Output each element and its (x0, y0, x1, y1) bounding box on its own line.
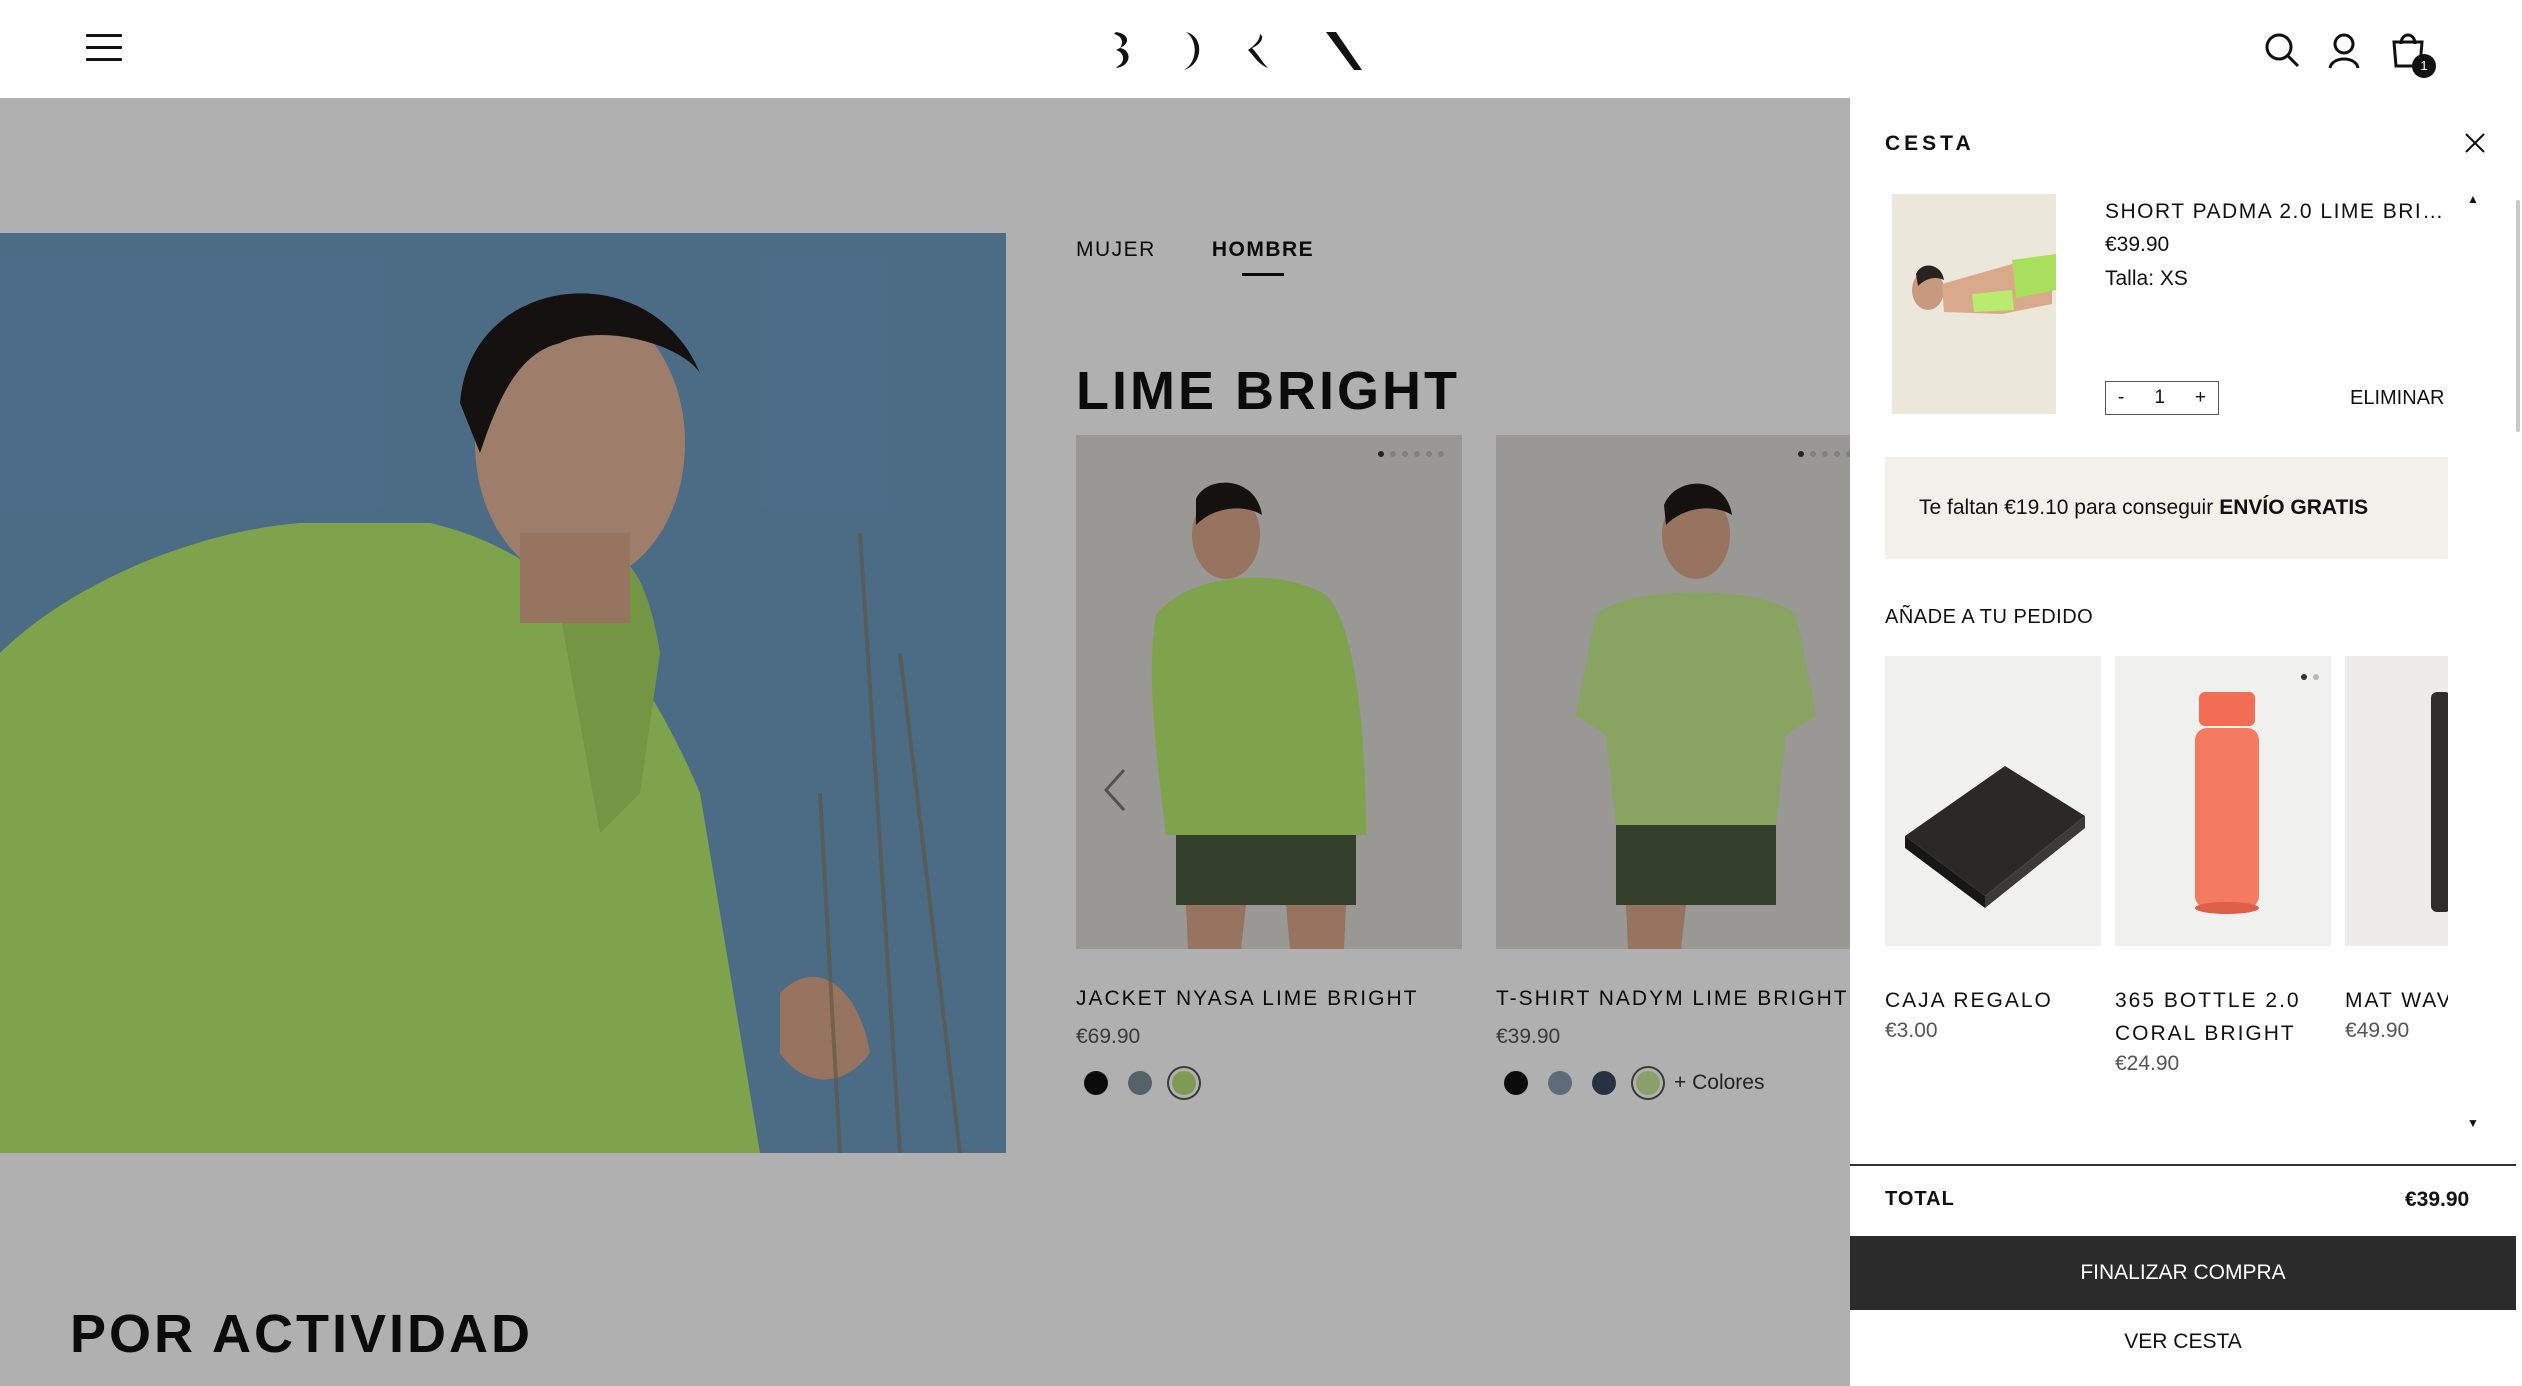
tab-mujer[interactable]: MUJER (1076, 238, 1156, 262)
upsell-title: AÑADE A TU PEDIDO (1885, 606, 2094, 628)
swatch-black[interactable] (1504, 1071, 1528, 1095)
product-card[interactable]: JACKET NYASA LIME BRIGHT €69.90 (1076, 435, 1462, 1095)
cart-button[interactable]: 1 (2388, 30, 2436, 78)
upsell-price: €49.90 (2345, 1019, 2410, 1042)
image-dots[interactable] (1378, 451, 1444, 457)
upsell-name[interactable]: 365 BOTTLE 2.0 CORAL BRIGHT (2115, 984, 2331, 1050)
product-price: €39.90 (1496, 1025, 1561, 1048)
hero-image[interactable] (0, 233, 1006, 1153)
search-icon[interactable] (2262, 30, 2302, 70)
scrollbar-thumb[interactable] (2516, 200, 2520, 432)
upsell-price: €3.00 (1885, 1019, 1938, 1042)
product-name[interactable]: JACKET NYASA LIME BRIGHT (1076, 987, 1462, 1011)
upsell-card[interactable]: 365 BOTTLE 2.0 CORAL BRIGHT €24.90 (2115, 656, 2331, 1076)
color-swatches: + Colores (1496, 1071, 1882, 1095)
upsell-image[interactable] (2345, 656, 2448, 946)
free-shipping-banner: Te faltan €19.10 para conseguir ENVÍO GR… (1885, 457, 2448, 559)
divider (1850, 1164, 2516, 1166)
born-logo[interactable] (1108, 28, 1364, 72)
total-value: €39.90 (2405, 1188, 2470, 1211)
upsell-name[interactable]: CAJA REGALO (1885, 984, 2101, 1017)
cart-drawer: CESTA ▲ SHORT PADMA 2.0 LIME BRIG... €39… (1850, 98, 2522, 1386)
hamburger-menu-icon[interactable] (86, 34, 122, 62)
carousel-prev-icon[interactable] (1100, 766, 1128, 814)
shipping-message: Te faltan €19.10 para conseguir (1919, 496, 2214, 519)
gender-tabs: MUJER HOMBRE (1076, 238, 1314, 276)
product-photo (1076, 435, 1462, 949)
cart-item-size: Talla: XS (2105, 267, 2188, 290)
swatch-black[interactable] (1084, 1071, 1108, 1095)
product-image[interactable] (1496, 435, 1882, 949)
swatch-lime[interactable] (1172, 1071, 1196, 1095)
scroll-up-icon[interactable]: ▲ (2467, 192, 2479, 206)
swatch-navy[interactable] (1592, 1071, 1616, 1095)
scroll-down-icon[interactable]: ▼ (2467, 1116, 2479, 1130)
total-label: TOTAL (1885, 1188, 1955, 1210)
shipping-highlight: ENVÍO GRATIS (2219, 496, 2369, 519)
mat-photo (2345, 656, 2448, 946)
cart-count-badge: 1 (2412, 54, 2436, 78)
product-image[interactable] (1076, 435, 1462, 949)
upsell-card[interactable]: CAJA REGALO €3.00 (1885, 656, 2101, 1043)
upsell-carousel[interactable]: CAJA REGALO €3.00 365 BOTTLE 2.0 CORAL B… (1885, 656, 2448, 1136)
upsell-card[interactable]: MAT WAVE BLACK €49.90 (2345, 656, 2448, 1043)
product-name[interactable]: T-SHIRT NADYM LIME BRIGHT (1496, 987, 1882, 1011)
product-card[interactable]: T-SHIRT NADYM LIME BRIGHT €39.90 + Color… (1496, 435, 1882, 1095)
site-header: 1 (0, 0, 2522, 98)
section-title-activity: POR ACTIVIDAD (70, 1304, 534, 1364)
close-icon[interactable] (2462, 130, 2488, 156)
quantity-stepper: - 1 + (2105, 381, 2219, 415)
hero-illustration (0, 233, 1006, 1153)
cart-item-image[interactable] (1892, 194, 2056, 414)
product-photo (1496, 435, 1882, 949)
upsell-name[interactable]: MAT WAVE BLACK (2345, 984, 2448, 1017)
swatch-grey-blue[interactable] (1548, 1071, 1572, 1095)
section-title: LIME BRIGHT (1076, 361, 1460, 421)
cart-item-price: €39.90 (2105, 233, 2170, 256)
decrease-quantity-button[interactable]: - (2118, 387, 2124, 409)
cart-item-photo (1892, 194, 2056, 414)
upsell-price: €24.90 (2115, 1052, 2180, 1075)
swatch-grey-blue[interactable] (1128, 1071, 1152, 1095)
tab-hombre[interactable]: HOMBRE (1212, 238, 1314, 276)
user-icon[interactable] (2324, 30, 2364, 70)
cart-item-name[interactable]: SHORT PADMA 2.0 LIME BRIG... (2105, 200, 2445, 224)
view-cart-link[interactable]: VER CESTA (1850, 1330, 2516, 1354)
remove-item-button[interactable]: ELIMINAR (2350, 387, 2444, 410)
product-price: €69.90 (1076, 1025, 1141, 1048)
color-swatches (1076, 1071, 1462, 1095)
checkout-button[interactable]: FINALIZAR COMPRA (1850, 1236, 2516, 1310)
swatch-lime[interactable] (1636, 1071, 1660, 1095)
bottle-photo (2115, 656, 2331, 946)
increase-quantity-button[interactable]: + (2195, 387, 2206, 409)
quantity-value[interactable]: 1 (2154, 387, 2165, 409)
more-colors-link[interactable]: + Colores (1674, 1071, 1764, 1095)
gift-box-photo (1885, 656, 2101, 946)
cart-title: CESTA (1885, 132, 1975, 155)
upsell-image[interactable] (1885, 656, 2101, 946)
image-dots[interactable] (2301, 674, 2319, 680)
upsell-image[interactable] (2115, 656, 2331, 946)
